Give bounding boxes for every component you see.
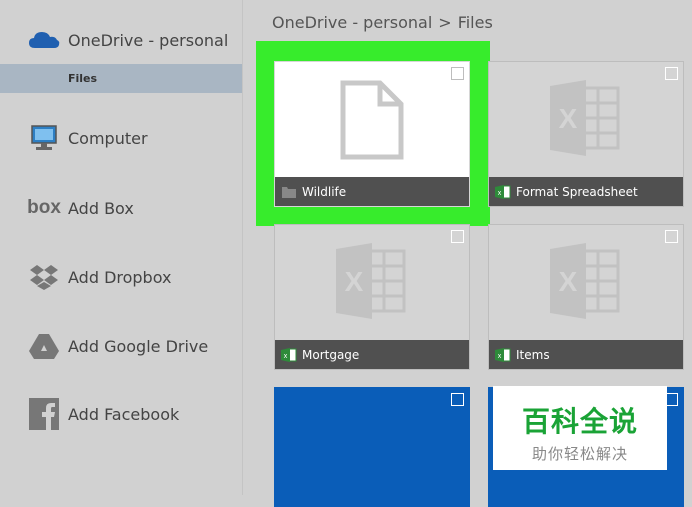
- breadcrumb-root[interactable]: OneDrive - personal: [272, 13, 432, 32]
- watermark-title: 百科全说: [521, 405, 638, 438]
- document-icon: [340, 80, 404, 164]
- sidebar-item-label: Files: [68, 72, 98, 85]
- sidebar-item-label: Add Box: [68, 198, 134, 218]
- select-checkbox[interactable]: [665, 67, 678, 80]
- google-drive-icon: [26, 329, 62, 363]
- sidebar-item-google-drive[interactable]: Add Google Drive: [0, 324, 242, 368]
- sidebar-item-label: OneDrive - personal: [68, 30, 229, 50]
- breadcrumb: OneDrive - personal > Files: [272, 13, 499, 32]
- sidebar-divider: [242, 0, 243, 495]
- excel-file-icon: x: [495, 347, 511, 363]
- file-tile-wildlife[interactable]: Wildlife: [274, 61, 470, 207]
- file-tile-blue[interactable]: [274, 387, 470, 507]
- sidebar-item-label: Add Google Drive: [68, 336, 209, 356]
- cloud-icon: [26, 23, 62, 57]
- file-name: Wildlife: [302, 184, 347, 199]
- sidebar-item-files[interactable]: Files: [0, 64, 242, 93]
- breadcrumb-current: Files: [457, 13, 493, 32]
- excel-icon: X: [548, 76, 624, 164]
- sidebar: OneDrive - personal Files Computer box A…: [0, 0, 242, 495]
- svg-text:X: X: [559, 103, 578, 134]
- file-label-bar: x Mortgage: [275, 340, 469, 369]
- sidebar-item-onedrive[interactable]: OneDrive - personal: [0, 18, 242, 62]
- file-label-bar: x Items: [489, 340, 683, 369]
- svg-text:X: X: [559, 266, 578, 297]
- file-name: Format Spreadsheet: [516, 184, 638, 199]
- sidebar-item-label: Add Facebook: [68, 404, 180, 424]
- file-name: Mortgage: [302, 347, 360, 362]
- dropbox-icon: [26, 260, 62, 294]
- svg-text:X: X: [345, 266, 364, 297]
- select-checkbox[interactable]: [665, 230, 678, 243]
- svg-text:x: x: [498, 190, 502, 197]
- select-checkbox[interactable]: [451, 67, 464, 80]
- excel-icon: X: [334, 239, 410, 327]
- excel-icon: X: [548, 239, 624, 327]
- sidebar-item-facebook[interactable]: Add Facebook: [0, 392, 242, 436]
- file-tile-mortgage[interactable]: X x Mortgage: [274, 224, 470, 370]
- sidebar-item-computer[interactable]: Computer: [0, 116, 242, 160]
- facebook-icon: [26, 397, 62, 431]
- breadcrumb-separator: >: [438, 13, 452, 32]
- box-logo-icon: box: [27, 197, 61, 218]
- excel-file-icon: x: [495, 184, 511, 200]
- file-tile-items[interactable]: X x Items: [488, 224, 684, 370]
- select-checkbox[interactable]: [451, 230, 464, 243]
- file-tile-format-spreadsheet[interactable]: X x Format Spreadsheet: [488, 61, 684, 207]
- sidebar-item-label: Computer: [68, 128, 148, 148]
- watermark-subtitle: 助你轻松解决: [531, 445, 628, 463]
- select-checkbox[interactable]: [451, 393, 464, 406]
- sidebar-item-label: Add Dropbox: [68, 267, 172, 287]
- sidebar-item-dropbox[interactable]: Add Dropbox: [0, 255, 242, 299]
- folder-icon: [281, 184, 297, 200]
- computer-icon: [26, 121, 62, 155]
- file-name: Items: [516, 347, 550, 362]
- excel-file-icon: x: [281, 347, 297, 363]
- watermark: 百科全说 助你轻松解决: [493, 386, 667, 470]
- svg-text:x: x: [284, 353, 288, 360]
- svg-text:x: x: [498, 353, 502, 360]
- file-label-bar: x Format Spreadsheet: [489, 177, 683, 206]
- sidebar-item-box[interactable]: box Add Box: [0, 186, 242, 230]
- file-label-bar: Wildlife: [275, 177, 469, 206]
